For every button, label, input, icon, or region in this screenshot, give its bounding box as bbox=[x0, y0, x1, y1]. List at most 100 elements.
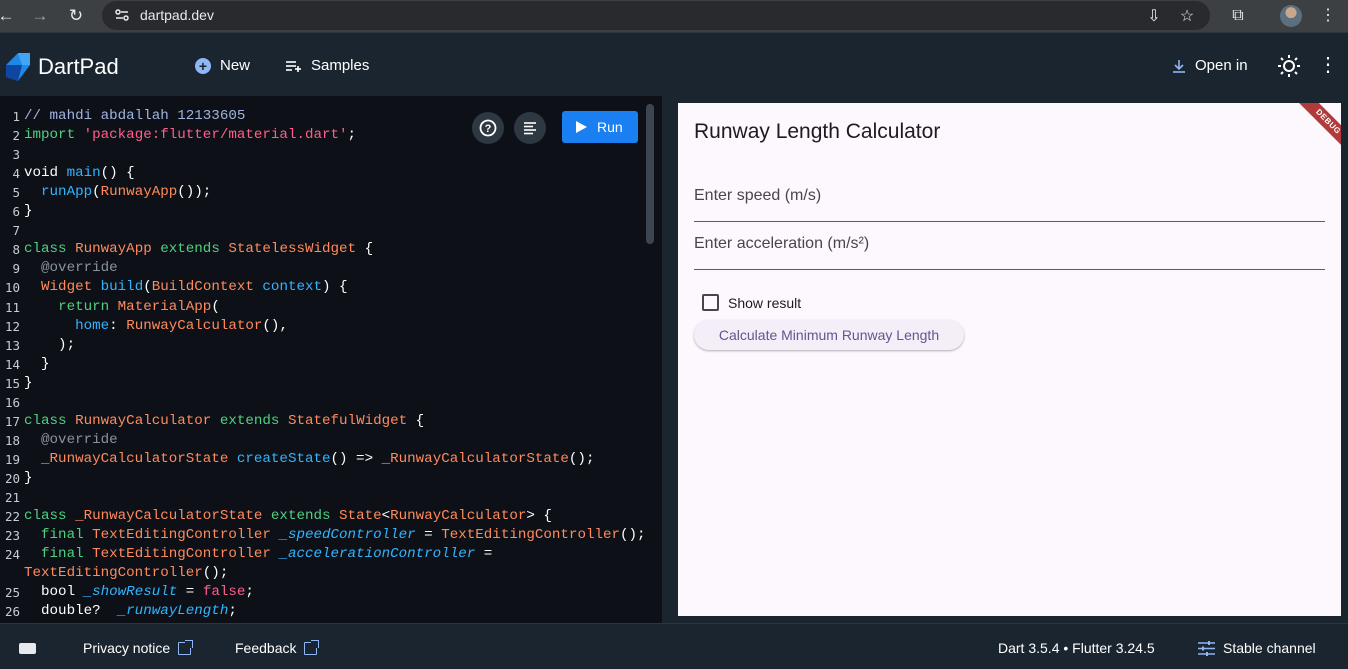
url-text[interactable]: dartpad.dev bbox=[140, 7, 214, 23]
new-button[interactable]: + New bbox=[195, 57, 250, 74]
speed-field[interactable]: Enter speed (m/s) bbox=[694, 174, 1325, 222]
line-number: 1 bbox=[12, 109, 20, 124]
forward-arrow-icon[interactable]: → bbox=[28, 4, 52, 28]
brightness-theme-icon[interactable] bbox=[1278, 55, 1300, 77]
code-line[interactable]: // mahdi abdallah 12133605 bbox=[24, 108, 245, 124]
channel-selector[interactable]: Stable channel bbox=[1198, 640, 1316, 656]
pane-divider[interactable] bbox=[662, 96, 670, 623]
code-token: extends bbox=[160, 241, 220, 258]
code-line[interactable]: runApp(RunwayApp()); bbox=[24, 184, 211, 200]
code-token: : bbox=[109, 317, 127, 334]
code-token: ) { bbox=[322, 279, 348, 296]
code-token: extends bbox=[270, 508, 331, 525]
code-token: StatelessWidget bbox=[228, 241, 357, 258]
address-bar[interactable]: dartpad.dev ⇩ ☆ bbox=[102, 1, 1210, 30]
speed-field-label: Enter speed (m/s) bbox=[694, 187, 822, 204]
acceleration-field-label: Enter acceleration (m/s²) bbox=[694, 235, 870, 252]
code-line[interactable]: home: RunwayCalculator(), bbox=[24, 318, 288, 334]
format-button[interactable] bbox=[514, 112, 546, 144]
code-token: main bbox=[66, 165, 101, 182]
code-line[interactable]: bool _showResult = false; bbox=[24, 584, 254, 600]
code-line[interactable]: class _RunwayCalculatorState extends Sta… bbox=[24, 508, 552, 524]
run-button[interactable]: Run bbox=[562, 111, 638, 143]
code-token: () { bbox=[100, 165, 135, 182]
code-line[interactable]: ); bbox=[24, 337, 75, 353]
code-token: _speedController bbox=[279, 527, 416, 544]
install-app-icon[interactable]: ⇩ bbox=[1142, 5, 1166, 29]
help-button[interactable]: ? bbox=[472, 112, 504, 144]
editor-scrollbar[interactable] bbox=[646, 104, 654, 244]
open-in-button[interactable]: Open in bbox=[1172, 57, 1248, 74]
code-token: RunwayCalculator bbox=[126, 317, 263, 334]
samples-button[interactable]: Samples bbox=[286, 57, 369, 74]
code-token: _accelerationController bbox=[279, 546, 476, 563]
version-info: Dart 3.5.4 • Flutter 3.24.5 bbox=[998, 640, 1155, 656]
code-line[interactable]: Widget build(BuildContext context) { bbox=[24, 279, 348, 295]
tune-icon bbox=[1198, 640, 1215, 656]
code-line[interactable]: } bbox=[24, 470, 33, 486]
code-token: // mahdi abdallah 12133605 bbox=[24, 108, 246, 124]
code-editor[interactable]: 1 2 3 4 5 6 7 8 9 10 11 12 13 14 15 16 17 18 19 20 21 22 23 24 2… bbox=[0, 96, 662, 623]
code-token: TextEditingController bbox=[92, 546, 271, 563]
calculate-runway-button[interactable]: Calculate Minimum Runway Length bbox=[694, 320, 964, 350]
code-token: State bbox=[339, 508, 382, 525]
code-token: } bbox=[24, 203, 33, 220]
code-token: ( bbox=[143, 279, 152, 296]
line-number: 19 bbox=[4, 451, 20, 467]
code-line[interactable]: void main() { bbox=[24, 165, 135, 181]
format-align-icon bbox=[524, 122, 536, 135]
show-result-row: Show result bbox=[702, 294, 801, 311]
code-line[interactable]: final TextEditingController _speedContro… bbox=[24, 527, 646, 543]
app-header: DartPad + New Samples Open in ⋮ bbox=[0, 32, 1348, 96]
code-line[interactable]: @override bbox=[24, 260, 118, 276]
browser-menu-icon[interactable]: ⋮ bbox=[1316, 4, 1340, 28]
code-line[interactable]: final TextEditingController _acceleratio… bbox=[24, 546, 492, 562]
site-settings-icon[interactable] bbox=[114, 7, 130, 23]
code-token: = bbox=[475, 546, 493, 563]
code-token: context bbox=[262, 279, 323, 296]
acceleration-field[interactable]: Enter acceleration (m/s²) bbox=[694, 222, 1325, 270]
code-line[interactable]: _RunwayCalculatorState createState() => … bbox=[24, 451, 594, 467]
code-line[interactable]: } bbox=[24, 375, 33, 391]
add-circle-icon: + bbox=[195, 57, 211, 74]
keyboard-icon[interactable] bbox=[19, 643, 36, 654]
code-line[interactable]: } bbox=[24, 203, 33, 219]
privacy-notice-link[interactable]: Privacy notice bbox=[83, 639, 194, 656]
code-token: extends bbox=[219, 412, 280, 429]
more-vert-icon[interactable]: ⋮ bbox=[1316, 53, 1340, 77]
code-line[interactable]: TextEditingController(); bbox=[24, 565, 228, 581]
code-token: bool bbox=[24, 584, 84, 601]
code-line[interactable]: return MaterialApp( bbox=[24, 299, 220, 315]
feedback-label: Feedback bbox=[235, 640, 297, 656]
reload-icon[interactable]: ↻ bbox=[64, 4, 88, 28]
code-line[interactable]: @override bbox=[24, 432, 118, 448]
line-number: 20 bbox=[4, 470, 20, 486]
profile-avatar[interactable] bbox=[1280, 5, 1302, 27]
code-token: ()); bbox=[177, 184, 212, 201]
extensions-icon[interactable]: ⧉ bbox=[1226, 4, 1250, 28]
show-result-checkbox[interactable] bbox=[702, 294, 719, 311]
line-number: 18 bbox=[4, 432, 20, 448]
back-arrow-icon[interactable]: ← bbox=[0, 4, 18, 28]
feedback-link[interactable]: Feedback bbox=[235, 639, 320, 656]
code-token: final bbox=[41, 546, 84, 563]
bookmark-star-icon[interactable]: ☆ bbox=[1175, 5, 1199, 29]
code-token: < bbox=[381, 508, 391, 525]
code-line[interactable]: class RunwayApp extends StatelessWidget … bbox=[24, 241, 373, 257]
code-line[interactable]: } bbox=[24, 356, 50, 372]
code-line[interactable]: class RunwayCalculator extends StatefulW… bbox=[24, 413, 424, 429]
line-number: 24 bbox=[4, 547, 20, 563]
code-line[interactable]: double? _runwayLength; bbox=[24, 603, 237, 619]
browser-toolbar: ← → ↻ dartpad.dev ⇩ ☆ ⧉ ⋮ bbox=[0, 0, 1348, 32]
code-token: (); bbox=[620, 527, 646, 544]
code-line[interactable]: import 'package:flutter/material.dart'; bbox=[24, 127, 356, 143]
